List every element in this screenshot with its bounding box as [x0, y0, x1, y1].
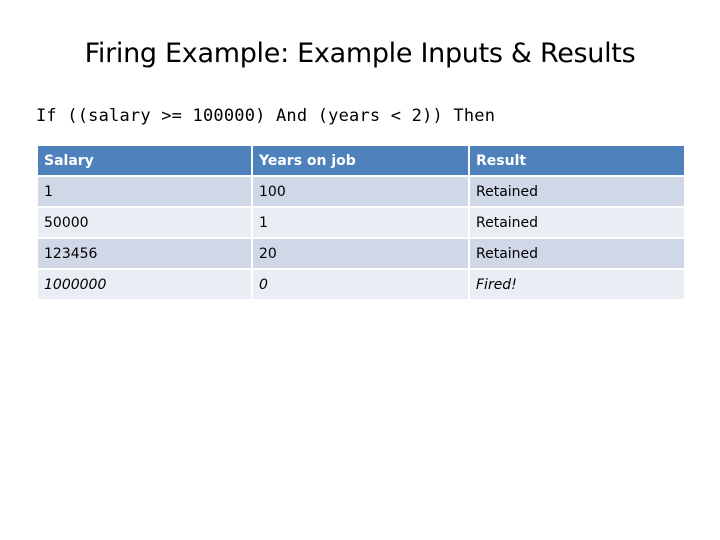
cell-years: 20: [251, 237, 470, 270]
slide-title: Firing Example: Example Inputs & Results: [84, 38, 636, 69]
table-row: 1 100 Retained: [36, 175, 686, 208]
code-condition: If ((salary >= 100000) And (years < 2)) …: [36, 106, 496, 126]
table-row: 123456 20 Retained: [36, 237, 686, 270]
table-row: 1000000 0 Fired!: [36, 268, 686, 301]
cell-years: 100: [251, 175, 470, 208]
header-salary: Salary: [36, 144, 253, 177]
cell-result: Retained: [468, 237, 686, 270]
cell-salary: 1: [36, 175, 253, 208]
header-years-on-job: Years on job: [251, 144, 470, 177]
cell-salary: 50000: [36, 206, 253, 239]
cell-salary: 1000000: [36, 268, 253, 301]
cell-result: Retained: [468, 206, 686, 239]
cell-result: Retained: [468, 175, 686, 208]
cell-years: 1: [251, 206, 470, 239]
header-result: Result: [468, 144, 686, 177]
cell-result: Fired!: [468, 268, 686, 301]
table-header-row: Salary Years on job Result: [36, 144, 686, 177]
table-row: 50000 1 Retained: [36, 206, 686, 239]
cell-years: 0: [251, 268, 470, 301]
results-table: Salary Years on job Result 1 100 Retaine…: [36, 144, 686, 301]
cell-salary: 123456: [36, 237, 253, 270]
